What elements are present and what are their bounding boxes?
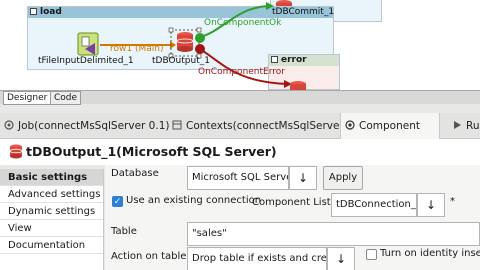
tab-code[interactable]: Code [50,91,82,105]
tab-contexts[interactable]: Contexts(connectMsSqlServer) [172,113,348,139]
tab-job-label: Job(connectMsSqlServer 0.1) [18,120,170,132]
component-list-select[interactable]: tDBConnection_1 [331,193,417,217]
use-existing-connection-checkbox[interactable]: ✓ [112,196,123,207]
nav-documentation[interactable]: Documentation [0,237,103,254]
job-icon [4,120,14,130]
basic-settings-form: Database Microsoft SQL Server ↓ Apply ✓ … [105,165,480,270]
component-list-dropdown-button[interactable]: ↓ [417,193,445,217]
use-existing-connection-label: Use an existing connection [126,195,262,206]
db-output-icon [168,27,205,59]
view-tabs: Job(connectMsSqlServer 0.1) Contexts(con… [0,113,480,139]
input-component-label[interactable]: tFileInputDelimited_1 [38,56,134,66]
tab-run[interactable]: Ru [452,113,479,139]
chevron-down-icon: ↓ [425,198,437,212]
tab-contexts-label: Contexts(connectMsSqlServer) [186,120,348,132]
required-asterisk: * [450,196,455,207]
db-commit-icon [276,0,292,6]
component-header: tDBOutput_1(Microsoft SQL Server) [0,139,480,165]
main-link-label[interactable]: row1 (Main) [110,44,163,54]
file-input-icon [77,32,99,56]
editor-mode-tabs: Designer Code [0,90,480,105]
component-icon [345,120,355,130]
database-label: Database [111,168,159,179]
contexts-icon [172,120,182,130]
action-on-table-select[interactable]: Drop table if exists and create [187,247,327,270]
tab-run-label: Ru [466,120,480,132]
identity-insert-label: Turn on identity insert [380,248,480,259]
tab-designer[interactable]: Designer [3,91,52,105]
chevron-down-icon: ↓ [297,171,309,185]
tab-component-label: Component [359,120,420,132]
design-canvas[interactable]: load error tDBCommit_1 tFileInputDelimit… [0,0,480,90]
component-list-label: Component List [252,197,331,208]
component-title: tDBOutput_1(Microsoft SQL Server) [26,144,277,159]
identity-insert-checkbox[interactable] [366,249,377,260]
run-icon [454,121,461,129]
error-link-label[interactable]: OnComponentError [198,67,285,77]
tab-job[interactable]: Job(connectMsSqlServer 0.1) [4,113,169,139]
nav-dynamic-settings[interactable]: Dynamic settings [0,203,103,220]
nav-view[interactable]: View [0,220,103,237]
settings-nav: Basic settings Advanced settings Dynamic… [0,169,104,270]
database-icon [9,144,23,159]
chevron-down-icon: ↓ [335,252,347,266]
error-link [197,47,289,85]
table-label: Table [111,226,137,237]
commit-component-label[interactable]: tDBCommit_1 [272,7,334,17]
apply-button[interactable]: Apply [323,166,363,190]
database-select[interactable]: Microsoft SQL Server [187,166,289,190]
nav-basic-settings[interactable]: Basic settings [0,169,103,186]
action-on-table-label: Action on table [111,251,187,262]
output-component-label[interactable]: tDBOutput_1 [152,56,210,66]
error-target-icon [290,81,306,90]
nav-advanced-settings[interactable]: Advanced settings [0,186,103,203]
database-dropdown-button[interactable]: ↓ [289,166,317,190]
action-on-table-dropdown-button[interactable]: ↓ [327,247,355,270]
tab-component[interactable]: Component [340,113,440,139]
ok-link-label[interactable]: OnComponentOk [204,18,281,28]
table-input[interactable]: "sales" [187,222,480,246]
